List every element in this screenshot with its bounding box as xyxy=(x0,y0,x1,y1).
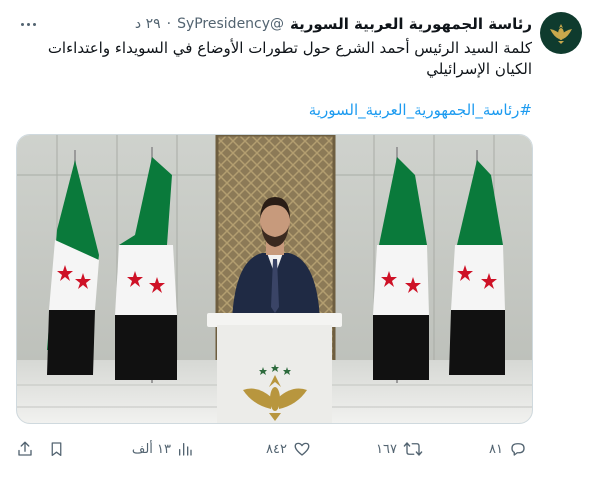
more-icon[interactable] xyxy=(18,14,38,34)
separator: · xyxy=(166,16,172,32)
share-button[interactable] xyxy=(16,436,34,462)
share-icon xyxy=(18,441,32,456)
reply-icon xyxy=(511,443,525,456)
repost-count: ١٦٧ xyxy=(376,441,397,457)
reply-count: ٨١ xyxy=(489,441,503,457)
bookmark-button[interactable] xyxy=(48,436,65,462)
views-button[interactable]: ١٣ ألف xyxy=(132,436,193,462)
action-bar: ٨١ ١٦٧ ٨٤٢ ١٣ ألف xyxy=(16,436,533,462)
tweet-video[interactable] xyxy=(16,134,533,424)
author-handle[interactable]: @SyPresidency xyxy=(177,16,284,32)
like-button[interactable]: ٨٤٢ xyxy=(266,436,311,462)
like-count: ٨٤٢ xyxy=(266,441,287,457)
reply-button[interactable]: ٨١ xyxy=(489,436,527,462)
views-icon xyxy=(179,443,192,456)
tweet-card[interactable]: رئاسة الجمهورية العربية السورية @SyPresi… xyxy=(0,0,598,478)
tweet-text: كلمة السيد الرئيس أحمد الشرع حول تطورات … xyxy=(47,39,532,78)
repost-button[interactable]: ١٦٧ xyxy=(376,436,423,462)
avatar[interactable] xyxy=(540,12,582,54)
like-icon xyxy=(294,442,310,456)
avatar-emblem-icon xyxy=(550,24,572,44)
timestamp[interactable]: ٢٩ د xyxy=(135,16,161,32)
author-name[interactable]: رئاسة الجمهورية العربية السورية xyxy=(290,15,532,33)
repost-icon xyxy=(403,442,423,456)
views-count: ١٣ ألف xyxy=(131,441,171,457)
hashtag-link[interactable]: #رئاسة_الجمهورية_العربية_السورية xyxy=(309,101,532,119)
video-frame-image xyxy=(17,135,532,423)
tweet-header: رئاسة الجمهورية العربية السورية @SyPresi… xyxy=(135,15,532,33)
bookmark-icon xyxy=(51,442,62,457)
podium xyxy=(207,313,342,423)
